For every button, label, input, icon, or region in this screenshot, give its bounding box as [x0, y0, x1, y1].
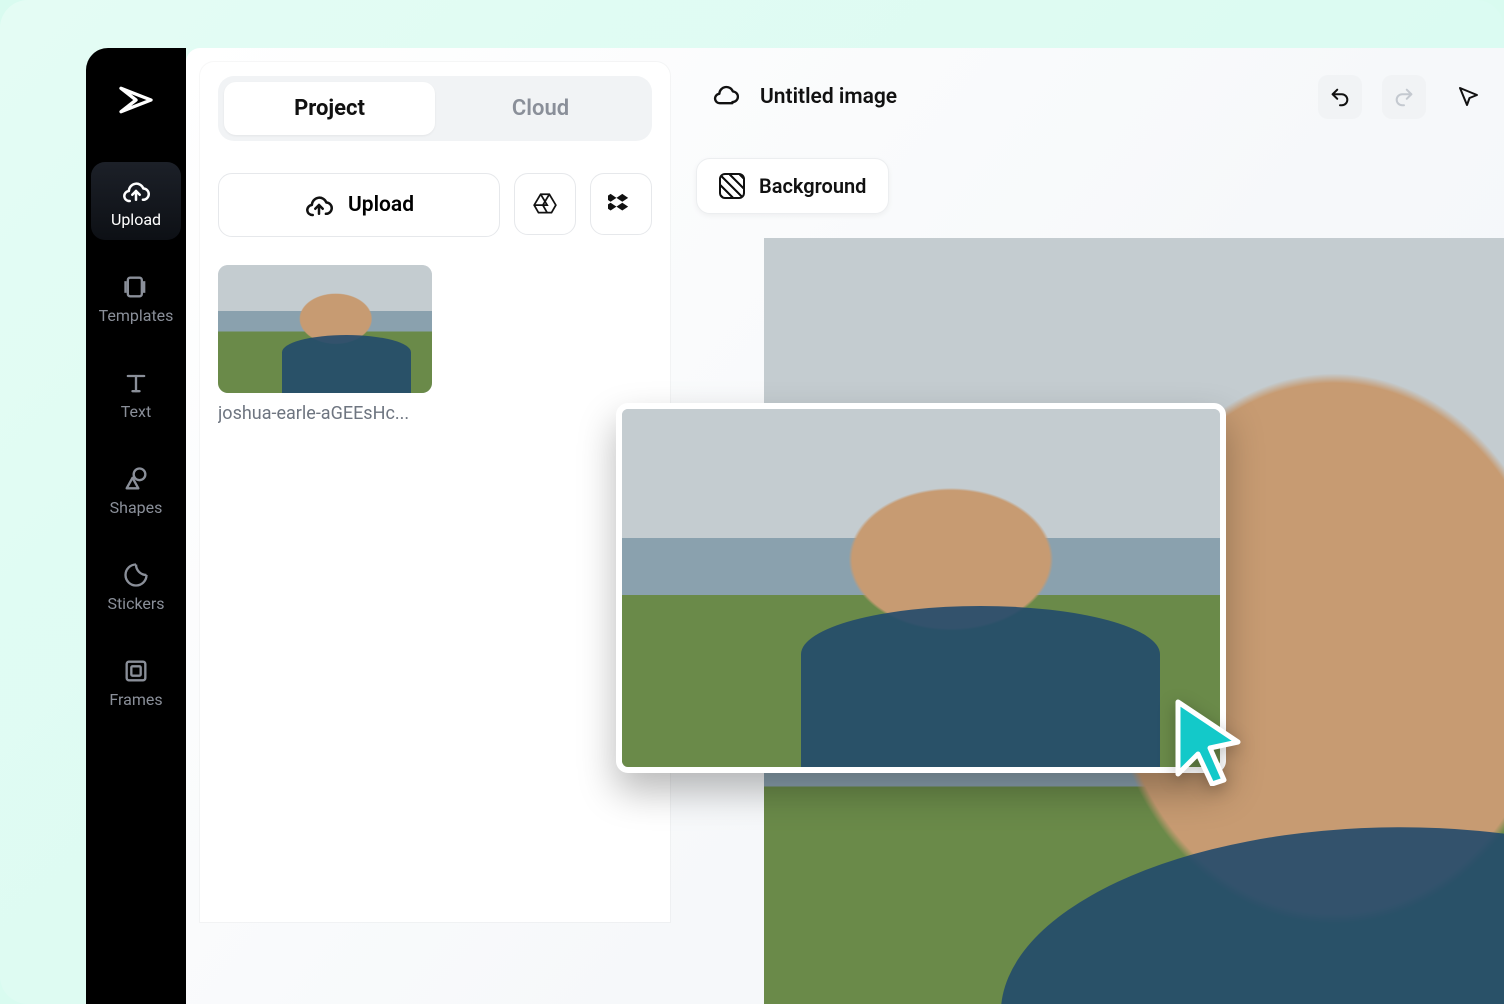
tab-project[interactable]: Project: [224, 82, 435, 135]
stickers-icon: [121, 560, 151, 590]
sidebar-item-templates[interactable]: Templates: [91, 258, 181, 336]
templates-icon: [121, 272, 151, 302]
sidebar-item-frames[interactable]: Frames: [91, 642, 181, 720]
dropbox-icon: [608, 191, 634, 217]
asset-grid: joshua-earle-aGEEsHc...: [218, 265, 652, 424]
sidebar-item-label: Templates: [99, 308, 174, 324]
sidebar-item-label: Frames: [109, 692, 162, 708]
cloud-upload-icon: [304, 190, 334, 220]
asset-card[interactable]: joshua-earle-aGEEsHc...: [218, 265, 432, 424]
undo-icon: [1329, 86, 1351, 108]
dropbox-button[interactable]: [590, 173, 652, 235]
upload-row: Upload: [218, 173, 652, 237]
redo-button[interactable]: [1382, 75, 1426, 119]
app-logo[interactable]: [110, 74, 162, 126]
frames-icon: [121, 656, 151, 686]
asset-thumbnail[interactable]: [218, 265, 432, 393]
cloud-sync-icon[interactable]: [712, 81, 740, 113]
sidebar-item-label: Upload: [111, 212, 161, 228]
redo-icon: [1393, 86, 1415, 108]
sidebar-item-label: Text: [121, 404, 151, 420]
sidebar-item-upload[interactable]: Upload: [91, 162, 181, 240]
background-button[interactable]: Background: [696, 158, 889, 214]
google-drive-icon: [532, 191, 558, 217]
shapes-icon: [121, 464, 151, 494]
capcut-logo-icon: [116, 80, 156, 120]
main-area: Untitled image Background: [186, 48, 1504, 1004]
drag-preview: [616, 403, 1226, 773]
background-label: Background: [759, 174, 866, 198]
document-title[interactable]: Untitled image: [760, 85, 897, 109]
undo-button[interactable]: [1318, 75, 1362, 119]
sidebar-item-shapes[interactable]: Shapes: [91, 450, 181, 528]
top-bar: Untitled image: [686, 62, 1504, 132]
asset-filename: joshua-earle-aGEEsHc...: [218, 403, 432, 424]
app-stage: Upload Templates Text Shapes Stickers: [0, 0, 1504, 1004]
sidebar-item-stickers[interactable]: Stickers: [91, 546, 181, 624]
panel-tabs: Project Cloud: [218, 76, 652, 141]
sidebar-item-label: Stickers: [107, 596, 164, 612]
upload-button[interactable]: Upload: [218, 173, 500, 237]
cursor-icon: [1456, 85, 1480, 109]
cursor-tool-button[interactable]: [1446, 75, 1490, 119]
sidebar-item-text[interactable]: Text: [91, 354, 181, 432]
assets-panel: Project Cloud Upload: [200, 62, 670, 922]
cloud-upload-icon: [121, 176, 151, 206]
tab-cloud[interactable]: Cloud: [435, 82, 646, 135]
upload-button-label: Upload: [348, 193, 414, 217]
google-drive-button[interactable]: [514, 173, 576, 235]
left-sidebar: Upload Templates Text Shapes Stickers: [86, 48, 186, 1004]
text-icon: [121, 368, 151, 398]
transparency-pattern-icon: [719, 173, 745, 199]
sidebar-item-label: Shapes: [110, 500, 163, 516]
